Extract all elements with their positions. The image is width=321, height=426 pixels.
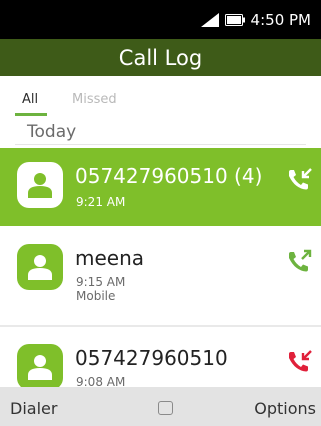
tab-all[interactable]: All	[22, 92, 38, 107]
call-time: 9:21 AM	[76, 195, 126, 209]
softkey-dialer[interactable]: Dialer	[10, 399, 57, 418]
tab-bar: All Missed	[0, 76, 321, 116]
list-divider	[0, 325, 321, 327]
call-time: 9:15 AM	[76, 275, 126, 289]
status-bar: 4:50 PM	[0, 0, 321, 39]
contact-avatar	[17, 244, 63, 290]
tab-missed[interactable]: Missed	[72, 92, 117, 107]
call-number: 057427960510	[75, 346, 228, 370]
section-divider	[15, 144, 306, 145]
outgoing-call-icon	[289, 249, 312, 272]
battery-icon	[224, 14, 245, 26]
incoming-call-icon	[289, 168, 312, 190]
page-title: Call Log	[118, 45, 203, 70]
section-header-today: Today	[27, 122, 77, 142]
softkey-bar: Dialer Options	[0, 387, 321, 426]
contact-avatar	[17, 162, 63, 208]
app-title-bar: Call Log	[0, 39, 321, 76]
active-tab-indicator	[15, 113, 47, 116]
call-log-item[interactable]: meena 9:15 AM Mobile	[0, 230, 321, 308]
call-log-item[interactable]: 057427960510 (4) 9:21 AM	[0, 148, 321, 226]
select-icon[interactable]	[158, 401, 173, 415]
call-number-type: Mobile	[76, 289, 116, 303]
person-icon	[28, 355, 52, 380]
softkey-options[interactable]: Options	[254, 399, 316, 418]
status-time: 4:50 PM	[250, 11, 311, 29]
contact-name: meena	[75, 246, 145, 270]
contact-avatar	[17, 344, 63, 390]
call-number: 057427960510 (4)	[75, 164, 263, 188]
person-icon	[28, 173, 52, 198]
person-icon	[28, 255, 52, 280]
signal-icon	[200, 13, 219, 27]
missed-call-icon	[289, 350, 312, 372]
